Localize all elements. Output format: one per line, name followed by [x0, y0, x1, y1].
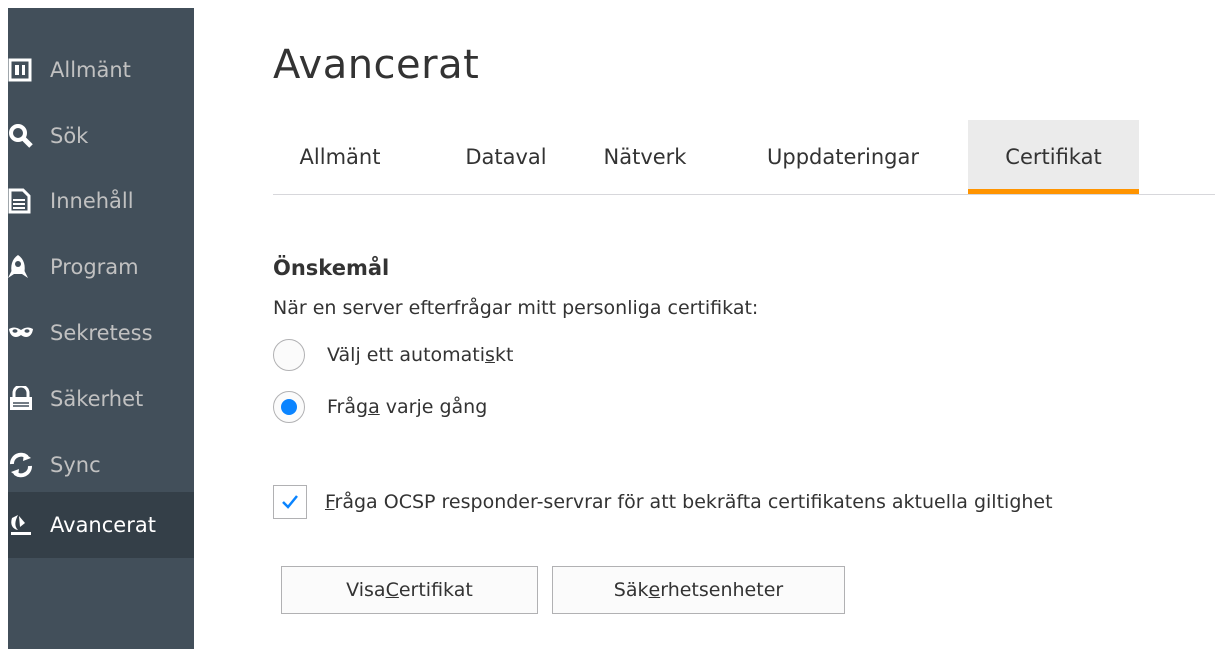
ocsp-query-checkbox-row[interactable]: Fråga OCSP responder-servrar för att bek…: [273, 485, 1053, 519]
privacy-mask-icon: [8, 319, 42, 347]
sidebar-item-applications[interactable]: Program: [8, 234, 194, 300]
certificate-request-description: När en server efterfrågar mitt personlig…: [273, 297, 759, 319]
tab-certificates[interactable]: Certifikat: [968, 120, 1139, 194]
top-strip: [0, 0, 1215, 8]
tab-network[interactable]: Nätverk: [588, 120, 702, 194]
security-devices-button[interactable]: Säk e rhetsenheter: [552, 566, 845, 614]
radio-button-selected[interactable]: [273, 391, 305, 423]
view-certificates-button[interactable]: Visa Certifikat: [281, 566, 538, 614]
radio-button[interactable]: [273, 339, 305, 371]
tab-data-choices[interactable]: Dataval: [434, 120, 578, 194]
section-title: Önskemål: [273, 256, 390, 280]
sidebar-item-security[interactable]: Säkerhet: [8, 366, 194, 432]
sidebar-item-label: Sök: [50, 124, 89, 148]
sidebar-item-label: Sync: [50, 453, 101, 477]
sync-icon: [8, 451, 42, 479]
page-title: Avancerat: [273, 42, 480, 88]
ocsp-checkbox-label: Fråga OCSP responder-servrar för att bek…: [325, 491, 1053, 513]
tab-update[interactable]: Uppdateringar: [748, 120, 938, 194]
sidebar-item-advanced[interactable]: Avancerat: [8, 492, 194, 558]
sidebar-item-label: Innehåll: [50, 189, 134, 213]
sidebar: Allmänt Sök Innehåll Program Sekretess S…: [8, 8, 194, 649]
sidebar-item-label: Sekretess: [50, 321, 153, 345]
radio-label: Fråga varje gång: [327, 396, 488, 418]
radio-selected-dot: [281, 399, 297, 415]
sidebar-item-privacy[interactable]: Sekretess: [8, 300, 194, 366]
tab-general[interactable]: Allmänt: [273, 120, 407, 194]
sidebar-item-sync[interactable]: Sync: [8, 432, 194, 498]
sidebar-item-label: Avancerat: [50, 513, 156, 537]
radio-label: Välj ett automatiskt: [327, 344, 514, 366]
sidebar-item-label: Program: [50, 255, 139, 279]
ocsp-checkbox[interactable]: [273, 485, 307, 519]
applications-icon: [8, 253, 42, 281]
advanced-icon: [8, 511, 42, 539]
radio-select-automatically[interactable]: Välj ett automatiskt: [273, 339, 513, 371]
sidebar-item-content[interactable]: Innehåll: [8, 168, 194, 234]
search-icon: [8, 122, 42, 150]
sidebar-item-general[interactable]: Allmänt: [8, 37, 194, 103]
sidebar-item-label: Allmänt: [50, 58, 131, 82]
tab-bar: Allmänt Dataval Nätverk Uppdateringar Ce…: [273, 120, 1215, 195]
checkmark-icon: [282, 495, 298, 509]
sidebar-item-search[interactable]: Sök: [8, 103, 194, 169]
general-icon: [8, 56, 42, 84]
content-icon: [8, 187, 42, 215]
sidebar-item-label: Säkerhet: [50, 387, 144, 411]
security-lock-icon: [8, 385, 42, 413]
radio-ask-every-time[interactable]: Fråga varje gång: [273, 391, 487, 423]
